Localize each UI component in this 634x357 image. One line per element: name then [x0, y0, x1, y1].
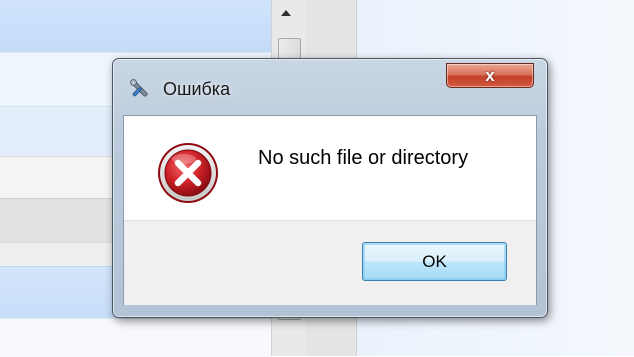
- message-area: No such file or directory: [124, 116, 536, 220]
- scroll-up-arrow-icon[interactable]: [281, 10, 291, 16]
- error-message: No such file or directory: [258, 147, 469, 169]
- ok-button[interactable]: OK: [362, 242, 507, 281]
- list-item[interactable]: [0, 318, 271, 357]
- list-item[interactable]: [0, 0, 271, 52]
- error-icon: [156, 141, 220, 205]
- dialog-body: No such file or directory OK: [123, 115, 537, 305]
- wrench-screwdriver-icon: [129, 78, 151, 100]
- button-bar: OK: [124, 220, 536, 305]
- close-button[interactable]: x: [446, 63, 534, 88]
- close-icon: x: [485, 66, 495, 85]
- dialog-title: Ошибка: [163, 79, 231, 99]
- error-dialog: Ошибка x No such file or directory OK: [112, 58, 548, 318]
